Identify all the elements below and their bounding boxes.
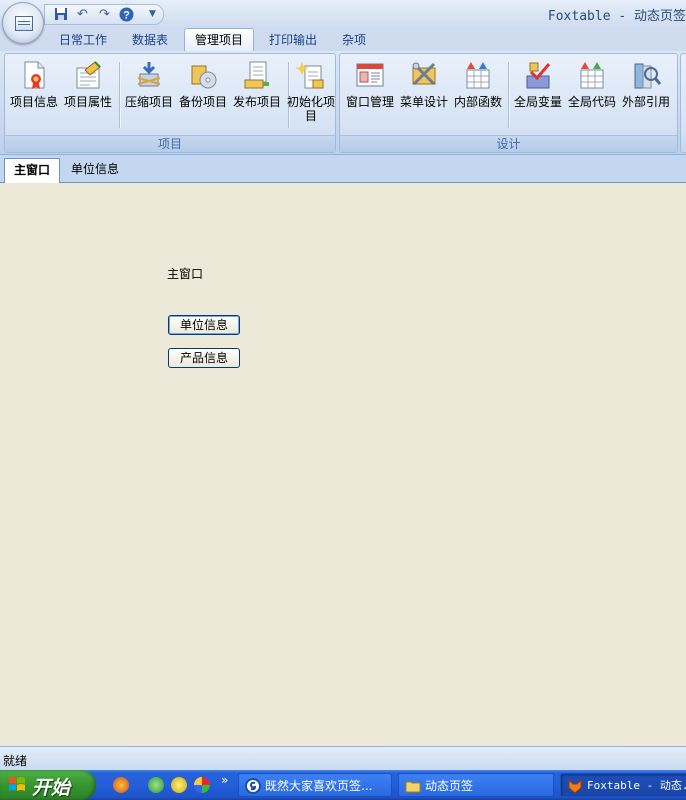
undo-icon[interactable]: ↶ bbox=[75, 7, 90, 22]
doc-tab-main-window[interactable]: 主窗口 bbox=[4, 158, 60, 183]
tab-misc[interactable]: 杂项 bbox=[334, 29, 374, 51]
backup-disk-icon bbox=[188, 60, 218, 90]
backup-project-button[interactable]: 备份项目 bbox=[176, 58, 230, 130]
window-manage-button[interactable]: 窗口管理 bbox=[343, 58, 397, 130]
quick-launch-overflow-icon[interactable]: » bbox=[221, 773, 228, 787]
taskbar-item-browser[interactable]: 既然大家喜欢页签... bbox=[238, 773, 392, 797]
global-variable-button[interactable]: 全局变量 bbox=[511, 58, 565, 130]
office-menu-icon bbox=[15, 16, 33, 31]
taskbar-item-label: Foxtable - 动态... bbox=[587, 779, 686, 792]
internal-function-button[interactable]: 内部函数 bbox=[451, 58, 505, 130]
initialize-project-label: 初始化项目 bbox=[286, 95, 335, 123]
quick-launch-media-icon[interactable] bbox=[113, 777, 129, 793]
document-tab-strip: 主窗口 单位信息 bbox=[0, 155, 686, 183]
quick-access-toolbar: ↶ ↷ ? ▼ bbox=[44, 4, 164, 25]
global-code-label: 全局代码 bbox=[567, 95, 616, 109]
properties-icon bbox=[73, 60, 103, 90]
quick-launch-browser-icon[interactable] bbox=[148, 777, 164, 793]
function-icon bbox=[463, 60, 493, 90]
taskbar-item-foxtable[interactable]: Foxtable - 动态... bbox=[560, 773, 686, 797]
backup-project-label: 备份项目 bbox=[178, 95, 227, 109]
project-properties-button[interactable]: 项目属性 bbox=[61, 58, 115, 130]
status-bar: 就绪 bbox=[0, 746, 686, 771]
project-info-label: 项目信息 bbox=[9, 95, 58, 109]
ribbon-panel: 项目信息 项目属性 压缩项目 备份项目 发布项目 初始化项目 项目 窗口管理 菜… bbox=[0, 51, 686, 155]
windows-logo-icon bbox=[8, 776, 26, 794]
office-button[interactable] bbox=[2, 2, 44, 44]
quick-launch-add-icon[interactable] bbox=[171, 777, 187, 793]
global-code-icon bbox=[577, 60, 607, 90]
compress-icon bbox=[134, 60, 164, 90]
group-project: 项目信息 项目属性 压缩项目 备份项目 发布项目 初始化项目 项目 bbox=[4, 53, 336, 153]
project-info-button[interactable]: 项目信息 bbox=[7, 58, 61, 130]
folder-icon bbox=[405, 778, 421, 794]
tab-manage-project[interactable]: 管理项目 bbox=[184, 28, 254, 52]
taskbar-item-label: 动态页签 bbox=[425, 779, 474, 793]
publish-icon bbox=[242, 60, 272, 90]
initialize-project-button[interactable]: 初始化项目 bbox=[284, 58, 338, 130]
unit-info-button[interactable]: 单位信息 bbox=[168, 315, 240, 335]
compress-project-button[interactable]: 压缩项目 bbox=[122, 58, 176, 130]
customize-toolbar-icon[interactable]: ▼ bbox=[145, 7, 160, 22]
svg-text:?: ? bbox=[123, 10, 130, 22]
quick-launch-app-icon[interactable] bbox=[194, 777, 210, 793]
doc-tab-unit-info[interactable]: 单位信息 bbox=[64, 158, 126, 181]
certificate-icon bbox=[19, 60, 49, 90]
tab-print-output[interactable]: 打印输出 bbox=[258, 29, 328, 51]
main-window-label: 主窗口 bbox=[167, 267, 204, 281]
status-text: 就绪 bbox=[3, 754, 28, 768]
taskbar: 开始 » 既然大家喜欢页签... 动态页签 Foxtable - 动态... bbox=[0, 770, 686, 800]
group-project-label: 项目 bbox=[5, 135, 335, 152]
reference-book-icon bbox=[631, 60, 662, 90]
window-title: Foxtable - 动态页签 bbox=[547, 9, 686, 24]
menu-design-label: 菜单设计 bbox=[399, 95, 448, 109]
external-reference-button[interactable]: 外部引用 bbox=[619, 58, 673, 130]
global-code-button[interactable]: 全局代码 bbox=[565, 58, 619, 130]
tab-data-table[interactable]: 数据表 bbox=[120, 29, 180, 51]
global-variable-label: 全局变量 bbox=[513, 95, 562, 109]
group-design-label: 设计 bbox=[340, 135, 677, 152]
help-icon[interactable]: ? bbox=[119, 7, 134, 22]
main-window-panel: 主窗口 单位信息 产品信息 bbox=[0, 183, 686, 746]
project-properties-label: 项目属性 bbox=[63, 95, 112, 109]
publish-project-button[interactable]: 发布项目 bbox=[230, 58, 284, 130]
tab-daily-work[interactable]: 日常工作 bbox=[48, 29, 118, 51]
menu-design-button[interactable]: 菜单设计 bbox=[397, 58, 451, 130]
start-button[interactable]: 开始 bbox=[0, 770, 96, 800]
compress-project-label: 压缩项目 bbox=[124, 95, 173, 109]
window-manage-label: 窗口管理 bbox=[345, 95, 394, 109]
taskbar-item-label: 既然大家喜欢页签... bbox=[265, 779, 373, 793]
variable-icon bbox=[523, 60, 553, 90]
title-bar: ↶ ↷ ? ▼ Foxtable - 动态页签 bbox=[0, 0, 686, 27]
internal-function-label: 内部函数 bbox=[453, 95, 502, 109]
initialize-icon bbox=[295, 60, 326, 90]
redo-icon[interactable]: ↷ bbox=[97, 7, 112, 22]
window-form-icon bbox=[355, 60, 385, 90]
save-icon[interactable] bbox=[53, 7, 68, 22]
publish-project-label: 发布项目 bbox=[232, 95, 281, 109]
group-overflow bbox=[680, 53, 686, 153]
menu-tools-icon bbox=[409, 60, 439, 90]
ribbon-tab-row: 日常工作 数据表 管理项目 打印输出 杂项 bbox=[0, 27, 686, 52]
product-info-button[interactable]: 产品信息 bbox=[168, 348, 240, 368]
external-reference-label: 外部引用 bbox=[621, 95, 670, 109]
browser-icon bbox=[245, 778, 261, 794]
foxtable-icon bbox=[567, 778, 583, 794]
group-design: 窗口管理 菜单设计 内部函数 全局变量 全局代码 外部引用 设计 bbox=[339, 53, 678, 153]
taskbar-item-folder[interactable]: 动态页签 bbox=[398, 773, 554, 797]
start-label: 开始 bbox=[32, 777, 71, 799]
